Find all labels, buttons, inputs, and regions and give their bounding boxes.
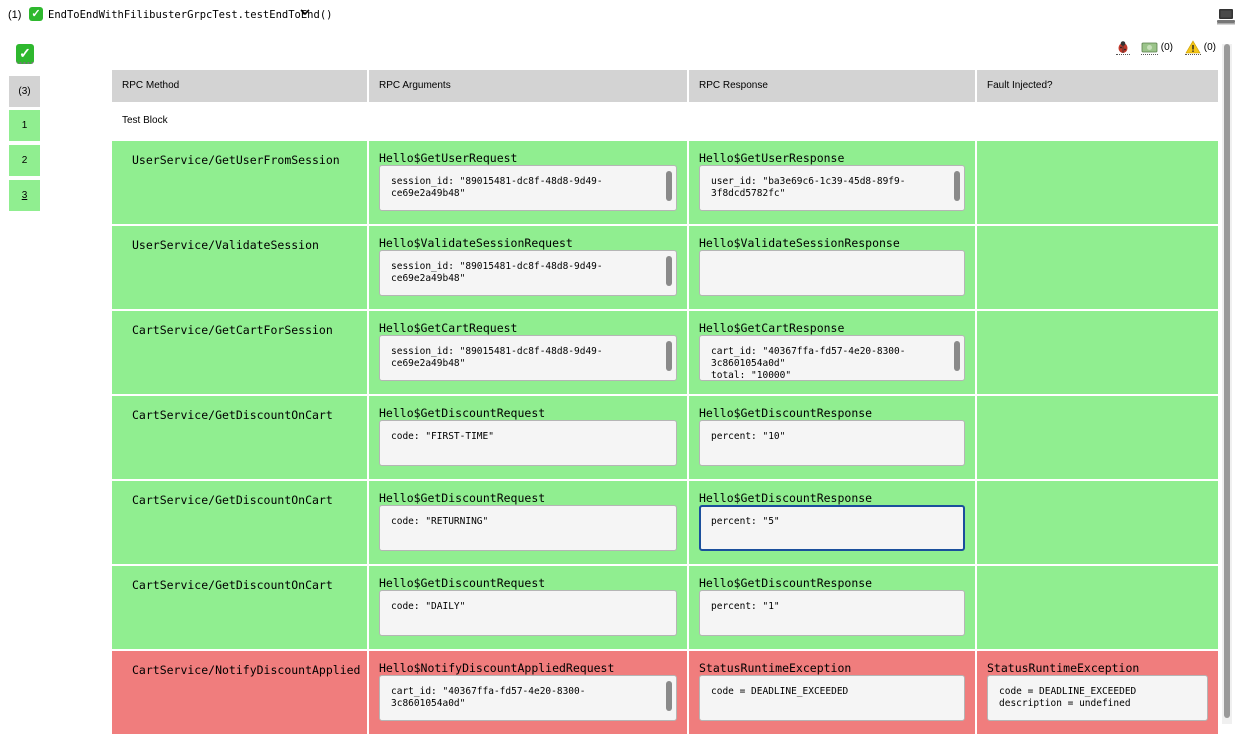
warning-count: (0) [1203, 42, 1217, 54]
money-count: (0) [1160, 42, 1174, 54]
top-bar: (1) ✓ EndToEndWithFilibusterGrpcTest.tes… [0, 0, 1248, 32]
response-body-textarea[interactable] [699, 250, 965, 296]
request-type: Hello$GetUserRequest [379, 151, 518, 165]
textarea-scroll-thumb[interactable] [666, 681, 672, 711]
warning-icon [1185, 40, 1201, 55]
bug-indicator[interactable] [1116, 40, 1130, 55]
request-type: Hello$GetDiscountRequest [379, 491, 546, 505]
response-type: Hello$GetDiscountResponse [699, 491, 873, 505]
request-body-textarea[interactable]: code: "FIRST-TIME" [379, 420, 677, 466]
textarea-scroll-thumb[interactable] [954, 341, 960, 371]
request-body-textarea[interactable]: code: "DAILY" [379, 590, 677, 636]
money-indicator[interactable]: (0) [1141, 40, 1173, 55]
textarea-scroll-thumb[interactable] [666, 171, 672, 201]
fault-body-textarea[interactable]: code = DEADLINE_EXCEEDED description = u… [987, 675, 1208, 721]
request-type: Hello$GetCartRequest [379, 321, 518, 335]
request-body-textarea[interactable]: session_id: "89015481-dc8f-48d8-9d49- ce… [379, 250, 677, 296]
money-icon [1141, 40, 1158, 55]
table-row: CartService/GetCartForSession Hello$GetCa… [112, 311, 1218, 394]
warning-indicator[interactable]: (0) [1185, 40, 1216, 55]
rpc-method: UserService/GetUserFromSession [132, 153, 340, 167]
table-row: CartService/GetDiscountOnCart Hello$GetDi… [112, 481, 1218, 564]
request-type: Hello$GetDiscountRequest [379, 576, 546, 590]
test-block-row: Test Block [112, 102, 1218, 140]
response-type: StatusRuntimeException [699, 661, 852, 675]
table-row: CartService/NotifyDiscountApplied Hello$N… [112, 651, 1218, 734]
response-body-textarea[interactable]: percent: "10" [699, 420, 965, 466]
laptop-icon[interactable] [1216, 8, 1236, 26]
tab-execution-1[interactable]: 1 [9, 110, 40, 141]
fault-type: StatusRuntimeException [987, 661, 1140, 675]
column-header-response: RPC Response [689, 70, 975, 102]
tab-execution-3[interactable]: 3 [9, 180, 40, 211]
textarea-scroll-thumb[interactable] [954, 171, 960, 201]
tab-execution-2[interactable]: 2 [9, 145, 40, 176]
response-body-textarea[interactable]: percent: "5" [699, 505, 965, 551]
rpc-method: UserService/ValidateSession [132, 238, 319, 252]
table-row: CartService/GetDiscountOnCart Hello$GetDi… [112, 396, 1218, 479]
rpc-method: CartService/GetDiscountOnCart [132, 493, 333, 507]
response-type: Hello$ValidateSessionResponse [699, 236, 900, 250]
overall-status-check-icon[interactable]: ✓ [16, 44, 34, 64]
rpc-method: CartService/GetDiscountOnCart [132, 408, 333, 422]
page-scrollbar[interactable] [1222, 44, 1232, 724]
request-type: Hello$GetDiscountRequest [379, 406, 546, 420]
response-type: Hello$GetCartResponse [699, 321, 845, 335]
response-type: Hello$GetUserResponse [699, 151, 845, 165]
request-body-textarea[interactable]: session_id: "89015481-dc8f-48d8-9d49- ce… [379, 165, 677, 211]
response-body-textarea[interactable]: code = DEADLINE_EXCEEDED [699, 675, 965, 721]
request-body-textarea[interactable]: cart_id: "40367ffa-fd57-4e20-8300- 3c860… [379, 675, 677, 721]
run-count: (1) [8, 9, 22, 21]
request-type: Hello$NotifyDiscountAppliedRequest [379, 661, 615, 675]
table-row: CartService/GetDiscountOnCart Hello$GetDi… [112, 566, 1218, 649]
response-type: Hello$GetDiscountResponse [699, 406, 873, 420]
response-body-textarea[interactable]: cart_id: "40367ffa-fd57-4e20-8300- 3c860… [699, 335, 965, 381]
page-scroll-thumb[interactable] [1224, 44, 1230, 718]
column-header-arguments: RPC Arguments [369, 70, 687, 102]
rpc-method: CartService/NotifyDiscountApplied [132, 663, 361, 677]
bug-icon [1116, 40, 1130, 55]
table-row: UserService/GetUserFromSession Hello$GetU… [112, 141, 1218, 224]
request-type: Hello$ValidateSessionRequest [379, 236, 573, 250]
table-header-row: RPC Method RPC Arguments RPC Response Fa… [112, 70, 1218, 102]
tab-all-executions[interactable]: (3) [9, 76, 40, 107]
request-body-textarea[interactable]: session_id: "89015481-dc8f-48d8-9d49- ce… [379, 335, 677, 381]
response-type: Hello$GetDiscountResponse [699, 576, 873, 590]
request-body-textarea[interactable]: code: "RETURNING" [379, 505, 677, 551]
chevron-down-icon[interactable] [300, 7, 310, 20]
test-title[interactable]: EndToEndWithFilibusterGrpcTest.testEndTo… [48, 9, 332, 21]
rpc-method: CartService/GetCartForSession [132, 323, 333, 337]
check-icon: ✓ [29, 7, 43, 21]
table-row: UserService/ValidateSession Hello$Validat… [112, 226, 1218, 309]
column-header-method: RPC Method [112, 70, 367, 102]
rpc-method: CartService/GetDiscountOnCart [132, 578, 333, 592]
response-body-textarea[interactable]: user_id: "ba3e69c6-1c39-45d8-89f9- 3f8dc… [699, 165, 965, 211]
test-block-label: Test Block [122, 115, 168, 126]
column-header-fault: Fault Injected? [977, 70, 1218, 102]
textarea-scroll-thumb[interactable] [666, 256, 672, 286]
response-body-textarea[interactable]: percent: "1" [699, 590, 965, 636]
textarea-scroll-thumb[interactable] [666, 341, 672, 371]
